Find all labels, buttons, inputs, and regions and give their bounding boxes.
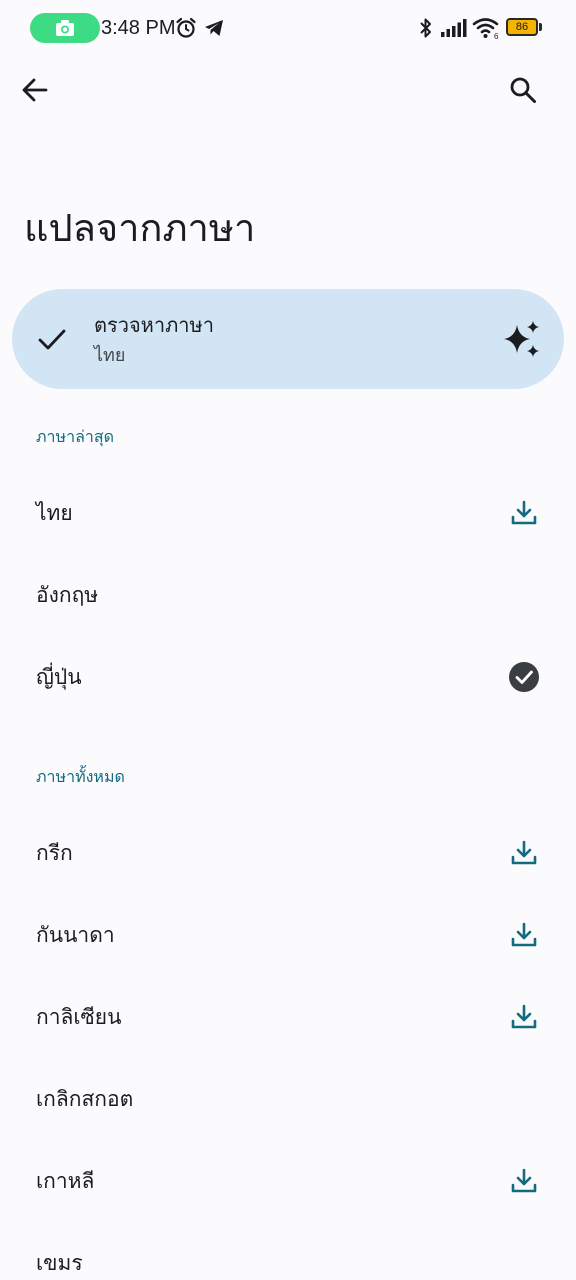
detect-language-title: ตรวจหาภาษา	[94, 313, 214, 337]
check-circle-icon	[509, 662, 539, 692]
language-label: กรีก	[36, 841, 73, 865]
download-icon	[511, 1004, 537, 1029]
back-button[interactable]	[11, 66, 59, 114]
download-icon	[511, 1168, 537, 1193]
download-button[interactable]	[504, 833, 544, 873]
list-item-kannada[interactable]: กันนาดา	[0, 894, 576, 976]
list-item-galician[interactable]: กาลิเซียน	[0, 976, 576, 1058]
all-languages-header: ภาษาทั้งหมด	[36, 767, 125, 786]
download-icon	[511, 500, 537, 525]
camera-icon	[56, 20, 74, 36]
sparkle-icon	[504, 321, 539, 357]
search-icon	[510, 77, 536, 103]
telegram-icon	[205, 20, 223, 36]
list-item-khmer[interactable]: เขมร	[0, 1222, 576, 1280]
battery-level: 86	[515, 21, 529, 33]
list-item-scottish-gaelic[interactable]: เกลิกสกอต	[0, 1058, 576, 1140]
download-button[interactable]	[504, 915, 544, 955]
downloaded-indicator[interactable]	[504, 657, 544, 697]
page-title: แปลจากภาษา	[24, 206, 256, 250]
download-button[interactable]	[504, 1161, 544, 1201]
status-time: 3:48 PM	[101, 17, 176, 39]
arrow-back-icon	[22, 78, 48, 102]
detect-language-option[interactable]: ตรวจหาภาษา ไทย	[12, 289, 564, 389]
language-label: กาลิเซียน	[36, 1005, 122, 1029]
language-label: อังกฤษ	[36, 583, 99, 607]
list-item-english[interactable]: อังกฤษ	[0, 554, 576, 636]
download-icon	[511, 922, 537, 947]
language-label: ไทย	[36, 501, 73, 525]
list-item-thai[interactable]: ไทย	[0, 472, 576, 554]
bluetooth-icon	[420, 18, 431, 38]
wifi-icon: 6	[472, 18, 499, 40]
recent-languages-header: ภาษาล่าสุด	[36, 427, 115, 446]
battery-icon: 86	[506, 18, 538, 36]
status-bar: 3:48 PM 6 86	[0, 0, 576, 56]
language-label: เกลิกสกอต	[36, 1087, 134, 1111]
list-item-greek[interactable]: กรีก	[0, 812, 576, 894]
language-label: กันนาดา	[36, 923, 115, 947]
battery-tip	[539, 23, 542, 31]
check-icon	[38, 329, 66, 350]
download-button[interactable]	[504, 493, 544, 533]
list-item-korean[interactable]: เกาหลี	[0, 1140, 576, 1222]
detected-language: ไทย	[94, 345, 126, 366]
search-button[interactable]	[499, 66, 547, 114]
camera-indicator[interactable]	[30, 13, 100, 43]
svg-text:6: 6	[494, 32, 499, 40]
language-label: เกาหลี	[36, 1169, 95, 1193]
download-icon	[511, 840, 537, 865]
alarm-icon	[176, 17, 196, 38]
download-button[interactable]	[504, 997, 544, 1037]
language-label: เขมร	[36, 1251, 83, 1275]
language-label: ญี่ปุ่น	[36, 665, 82, 689]
list-item-japanese[interactable]: ญี่ปุ่น	[0, 636, 576, 718]
signal-icon	[441, 19, 467, 37]
